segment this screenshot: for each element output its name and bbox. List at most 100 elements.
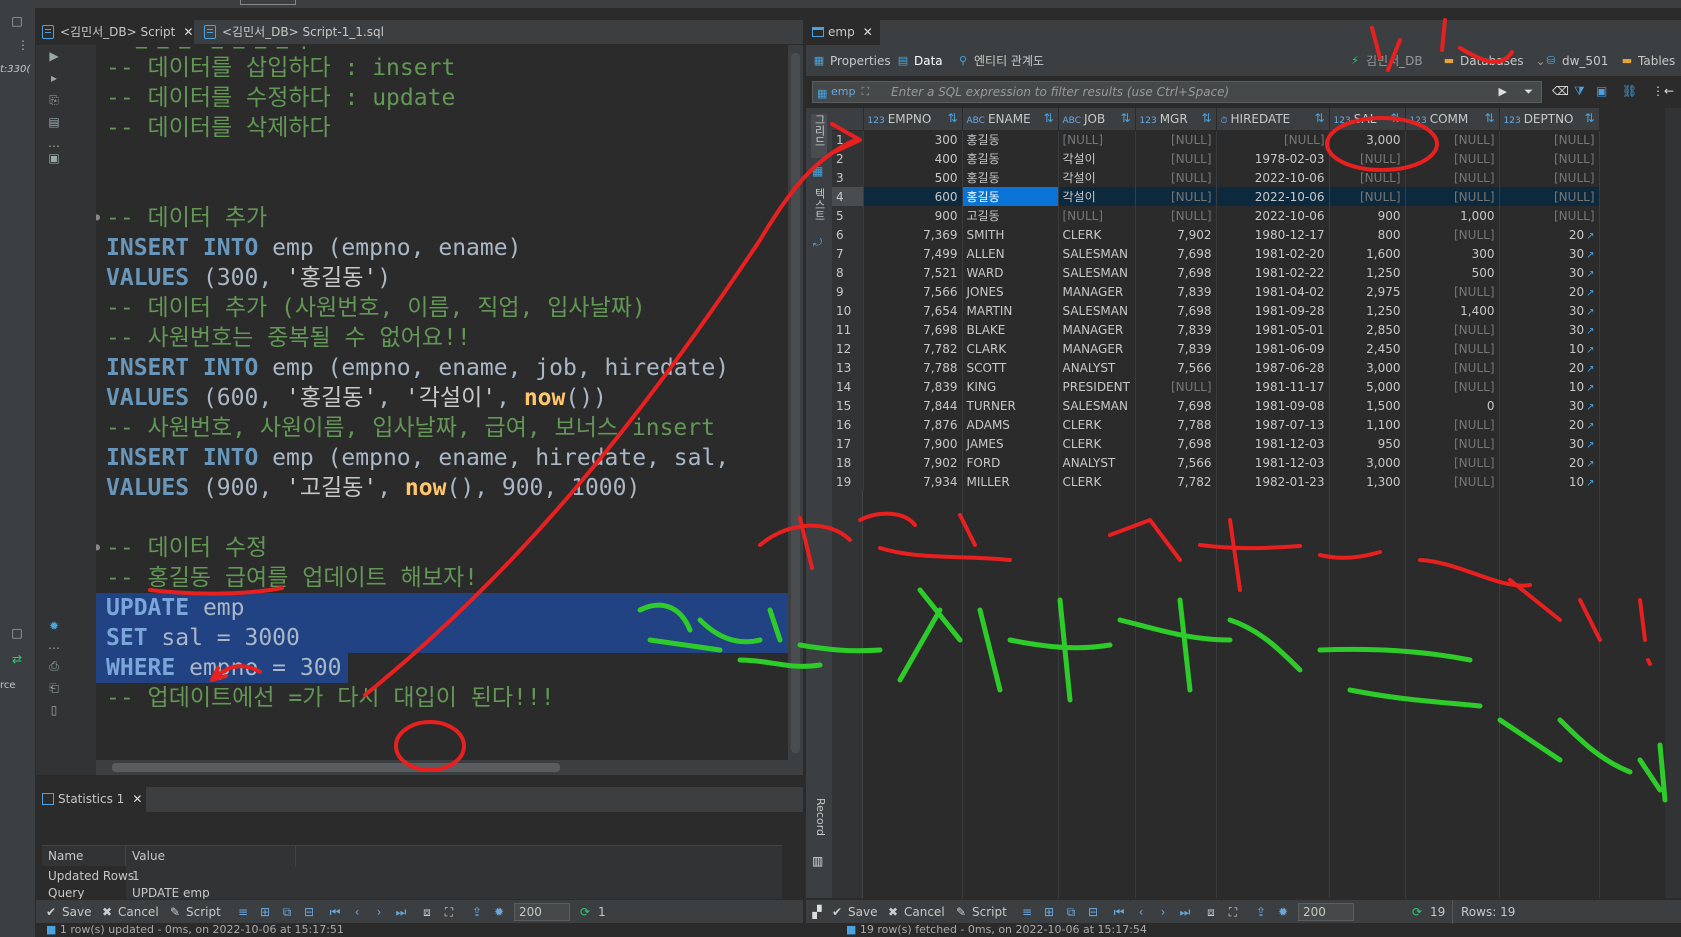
table-cell[interactable]: 1981-09-28 bbox=[1216, 301, 1330, 320]
table-cell[interactable]: ANALYST bbox=[1058, 358, 1136, 377]
text-view-tab[interactable]: 텍스트 bbox=[811, 188, 827, 232]
editor-horizontal-scrollbar[interactable] bbox=[96, 760, 788, 775]
table-cell[interactable]: 10 ↗ bbox=[1499, 339, 1600, 358]
foreign-key-link-icon[interactable]: ↗ bbox=[1586, 459, 1594, 470]
fetch-size-input[interactable]: 200 bbox=[514, 903, 570, 921]
table-cell[interactable]: 30 ↗ bbox=[1499, 320, 1600, 339]
table-cell[interactable]: MANAGER bbox=[1058, 339, 1136, 358]
table-row[interactable]: 12 7,782 CLARK MANAGER 7,839 1981-06-09 2,450[… bbox=[832, 339, 1600, 358]
restore-icon[interactable]: □ bbox=[8, 624, 26, 642]
table-cell[interactable]: 1981-05-01 bbox=[1216, 320, 1330, 339]
table-cell[interactable]: 2,850 bbox=[1329, 320, 1406, 339]
table-cell[interactable]: 7,844 bbox=[863, 396, 963, 415]
table-cell[interactable]: [NULL] bbox=[1499, 130, 1600, 149]
table-cell[interactable]: SALESMAN bbox=[1058, 396, 1136, 415]
copy-row-icon[interactable]: ⧉ bbox=[1064, 905, 1078, 919]
table-cell[interactable]: 500 bbox=[863, 168, 963, 187]
table-cell[interactable]: 800 bbox=[1329, 225, 1406, 244]
panel-toggle-icon[interactable]: ▞ bbox=[810, 905, 824, 919]
apply-filter-icon[interactable]: ▶ bbox=[1499, 85, 1507, 98]
table-cell[interactable]: 1981-04-02 bbox=[1216, 282, 1330, 301]
table-cell[interactable]: [NULL] bbox=[1135, 187, 1217, 206]
table-cell[interactable]: [NULL] bbox=[1405, 168, 1500, 187]
er-diagram-tab[interactable]: ⚲ 엔티티 관계도 bbox=[956, 53, 1044, 69]
table-cell[interactable]: 1978-02-03 bbox=[1216, 149, 1330, 168]
table-cell[interactable]: 1,250 bbox=[1329, 263, 1406, 282]
table-cell[interactable]: 20 ↗ bbox=[1499, 282, 1600, 301]
table-cell[interactable]: [NULL] bbox=[1405, 149, 1500, 168]
script-button[interactable]: ✎ Script bbox=[954, 900, 1007, 924]
delete-row-icon[interactable]: ⊟ bbox=[302, 905, 316, 919]
run-statement-icon[interactable]: ▶ bbox=[46, 49, 62, 65]
table-cell[interactable]: 7,499 bbox=[863, 244, 963, 263]
table-cell[interactable]: SALESMAN bbox=[1058, 263, 1136, 282]
table-cell[interactable]: 7,566 bbox=[1135, 453, 1217, 472]
table-cell[interactable]: 1,500 bbox=[1329, 396, 1406, 415]
table-cell[interactable]: [NULL] bbox=[1405, 339, 1500, 358]
table-cell[interactable]: SMITH bbox=[962, 225, 1059, 244]
table-cell[interactable]: [NULL] bbox=[1135, 377, 1217, 396]
table-cell[interactable]: 2,975 bbox=[1329, 282, 1406, 301]
table-row[interactable]: 2 400 홍길동 각설이 [NULL] 1978-02-03 [NULL] [NULL] [N… bbox=[832, 149, 1600, 168]
table-row[interactable]: 4 600 홍길동 각설이 [NULL] 2022-10-06 [NULL] [NULL] [N… bbox=[832, 187, 1600, 206]
column-header-ename[interactable]: ABC ENAME ⇅ bbox=[962, 108, 1059, 131]
last-page-icon[interactable]: ⏭ bbox=[1178, 905, 1192, 919]
sort-icon[interactable]: ⇅ bbox=[947, 111, 957, 125]
foreign-key-link-icon[interactable]: ↗ bbox=[1586, 364, 1594, 375]
foreign-key-link-icon[interactable]: ↗ bbox=[1586, 307, 1594, 318]
table-cell[interactable]: MARTIN bbox=[962, 301, 1059, 320]
table-row[interactable]: 18 7,902 FORD ANALYST 7,566 1981-12-03 3,000 [N… bbox=[832, 453, 1600, 472]
column-header-empno[interactable]: 123 EMPNO ⇅ bbox=[863, 108, 963, 131]
table-cell[interactable]: 30 ↗ bbox=[1499, 263, 1600, 282]
table-cell[interactable]: [NULL] bbox=[1329, 149, 1406, 168]
foreign-key-link-icon[interactable]: ↗ bbox=[1586, 440, 1594, 451]
table-cell[interactable]: [NULL] bbox=[1405, 415, 1500, 434]
maximize-icon[interactable]: ⛶ bbox=[1226, 905, 1240, 919]
export-icon[interactable]: ⇪ bbox=[1254, 905, 1268, 919]
table-cell[interactable]: [NULL] bbox=[1405, 225, 1500, 244]
tab-script-1-1[interactable]: <김민서_DB> Script-1_1.sql bbox=[198, 20, 398, 45]
previous-icon[interactable]: ‹ bbox=[1134, 905, 1148, 919]
foreign-key-link-icon[interactable]: ↗ bbox=[1586, 478, 1594, 489]
table-row[interactable]: 13 7,788 SCOTT ANALYST 7,566 1987-06-28 3,000[… bbox=[832, 358, 1600, 377]
table-cell[interactable]: 5,000 bbox=[1329, 377, 1406, 396]
table-cell[interactable]: FORD bbox=[962, 453, 1059, 472]
settings-icon[interactable]: ✹ bbox=[1276, 905, 1290, 919]
add-row-icon[interactable]: ⊞ bbox=[258, 905, 272, 919]
foreign-key-link-icon[interactable]: ↗ bbox=[1586, 231, 1594, 242]
table-cell[interactable]: 고길동 bbox=[962, 206, 1059, 225]
table-cell[interactable]: [NULL] bbox=[1405, 453, 1500, 472]
table-cell[interactable]: 7,654 bbox=[863, 301, 963, 320]
foreign-key-link-icon[interactable]: ↗ bbox=[1586, 383, 1594, 394]
rotate-icon[interactable]: ⤾ bbox=[813, 236, 822, 250]
table-cell[interactable]: [NULL] bbox=[1499, 206, 1600, 225]
fold-icon[interactable]: ● bbox=[96, 533, 100, 563]
grid-vertical-scrollbar[interactable] bbox=[1665, 108, 1681, 898]
panels-icon[interactable]: ⧈ bbox=[1204, 905, 1218, 919]
tab-statistics[interactable]: Statistics 1 ✕ bbox=[36, 787, 146, 812]
link-icon[interactable]: ⛓ bbox=[1622, 84, 1637, 98]
table-cell[interactable]: 2,450 bbox=[1329, 339, 1406, 358]
column-header-deptno[interactable]: 123 DEPTNO ⇅ bbox=[1499, 108, 1600, 131]
grid-view-tab[interactable]: 그리드 bbox=[811, 114, 827, 158]
explain-icon[interactable]: ⎘ bbox=[46, 93, 62, 109]
sort-icon[interactable]: ⇅ bbox=[1584, 111, 1594, 125]
foreign-key-link-icon[interactable]: ↗ bbox=[1586, 326, 1594, 337]
foreign-key-link-icon[interactable]: ↗ bbox=[1586, 288, 1594, 299]
column-header-hiredate[interactable]: ⏱ HIREDATE ⇅ bbox=[1216, 108, 1330, 131]
table-cell[interactable]: CLARK bbox=[962, 339, 1059, 358]
table-cell[interactable]: 7,902 bbox=[863, 453, 963, 472]
table-cell[interactable]: SALESMAN bbox=[1058, 244, 1136, 263]
table-row[interactable]: 17 7,900 JAMES CLERK 7,698 1981-12-03 950 [NULL… bbox=[832, 434, 1600, 453]
edit-row-icon[interactable]: ≡ bbox=[1020, 905, 1034, 919]
load-plan-icon[interactable]: ▤ bbox=[46, 115, 62, 131]
table-cell[interactable]: [NULL] bbox=[1329, 187, 1406, 206]
table-cell[interactable]: 1981-12-03 bbox=[1216, 453, 1330, 472]
table-cell[interactable]: CLERK bbox=[1058, 434, 1136, 453]
export-icon[interactable]: ⇪ bbox=[470, 905, 484, 919]
table-cell[interactable]: MANAGER bbox=[1058, 320, 1136, 339]
table-cell[interactable]: MANAGER bbox=[1058, 282, 1136, 301]
table-cell[interactable]: 홍길동 bbox=[962, 187, 1059, 206]
table-cell[interactable]: PRESIDENT bbox=[1058, 377, 1136, 396]
back-icon[interactable]: ← bbox=[1664, 84, 1674, 98]
